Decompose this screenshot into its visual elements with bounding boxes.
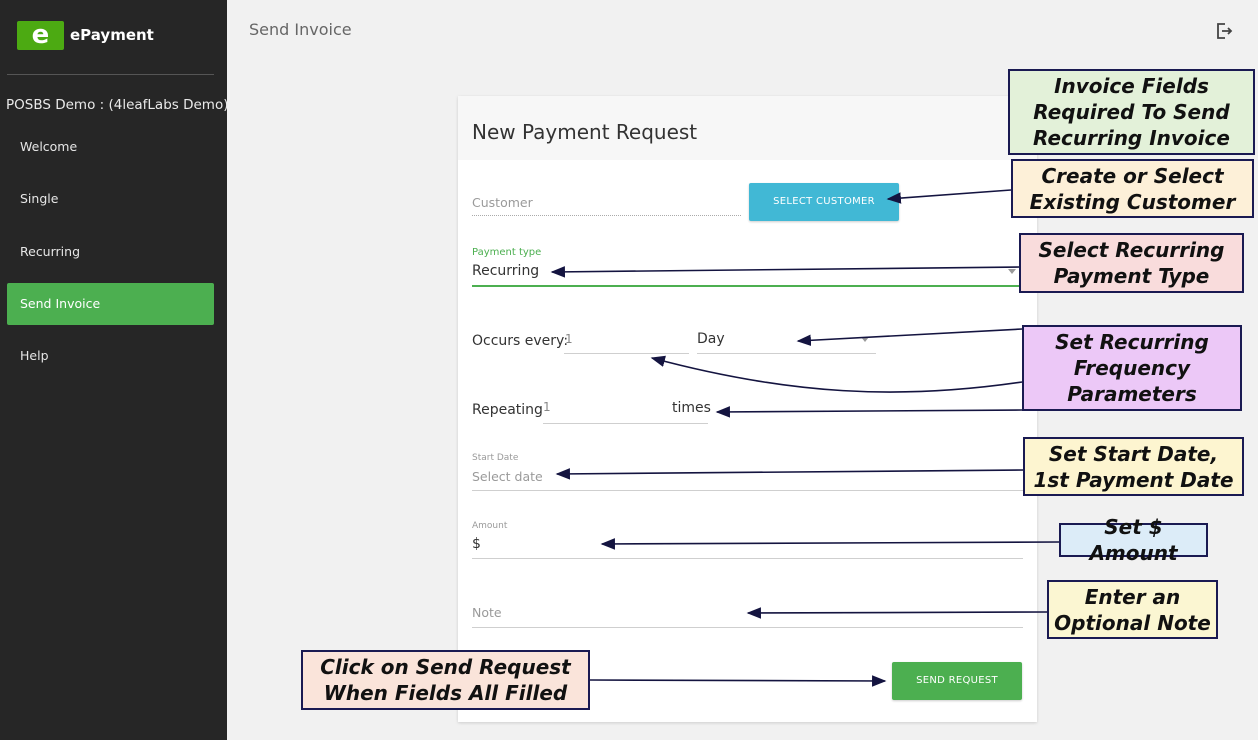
amount-input[interactable]: $: [472, 536, 481, 552]
account-name: POSBS Demo : (4leafLabs Demo): [6, 97, 229, 113]
occurs-every-underline: [564, 353, 689, 354]
sidebar-divider: [7, 74, 214, 75]
amount-underline: [472, 558, 1023, 559]
card-header: New Payment Request: [458, 96, 1037, 160]
sidebar-item-single[interactable]: Single: [7, 178, 214, 220]
frequency-unit-select[interactable]: Day: [697, 331, 725, 347]
callout-payment-type: Select Recurring Payment Type: [1019, 233, 1244, 293]
sidebar-item-help[interactable]: Help: [7, 335, 214, 377]
occurs-every-input[interactable]: 1: [565, 332, 573, 346]
card-title: New Payment Request: [472, 120, 698, 144]
repeating-input[interactable]: 1: [543, 400, 551, 414]
customer-field[interactable]: [472, 215, 741, 216]
sidebar: e ePayment POSBS Demo : (4leafLabs Demo)…: [0, 0, 229, 740]
payment-type-underline: [472, 285, 1022, 287]
brand-name: ePayment: [70, 26, 154, 44]
frequency-chevron-down-icon[interactable]: [861, 337, 869, 342]
sidebar-item-recurring[interactable]: Recurring: [7, 231, 214, 273]
send-request-button[interactable]: SEND REQUEST: [892, 662, 1022, 700]
sidebar-item-send-invoice[interactable]: Send Invoice: [7, 283, 214, 325]
start-date-input[interactable]: Select date: [472, 469, 543, 484]
start-date-label: Start Date: [472, 453, 519, 463]
brand-logo: e: [17, 21, 64, 50]
note-input[interactable]: Note: [472, 605, 502, 620]
callout-note: Enter an Optional Note: [1047, 580, 1218, 639]
start-date-underline: [472, 490, 1023, 491]
callout-frequency: Set Recurring Frequency Parameters: [1022, 325, 1242, 411]
repeating-underline: [543, 423, 708, 424]
select-customer-button[interactable]: SELECT CUSTOMER: [749, 183, 899, 221]
payment-request-card: New Payment Request Customer SELECT CUST…: [458, 96, 1037, 722]
payment-type-select[interactable]: Recurring: [472, 263, 539, 279]
occurs-every-label: Occurs every:: [472, 333, 569, 349]
frequency-unit-underline: [697, 353, 876, 354]
note-underline: [472, 627, 1023, 628]
sidebar-item-welcome[interactable]: Welcome: [7, 126, 214, 168]
callout-required-fields: Invoice Fields Required To Send Recurrin…: [1008, 69, 1255, 155]
amount-label: Amount: [472, 521, 508, 531]
customer-label: Customer: [472, 195, 533, 210]
logout-icon[interactable]: [1214, 21, 1234, 41]
repeating-suffix: times: [672, 400, 711, 416]
callout-amount: Set $ Amount: [1059, 515, 1208, 565]
payment-type-chevron-down-icon[interactable]: [1008, 269, 1016, 274]
repeating-label: Repeating: [472, 402, 543, 418]
callout-start-date: Set Start Date, 1st Payment Date: [1023, 437, 1244, 496]
callout-send: Click on Send Request When Fields All Fi…: [301, 650, 590, 710]
callout-customer: Create or Select Existing Customer: [1011, 159, 1254, 218]
payment-type-label: Payment type: [472, 247, 542, 258]
page-title: Send Invoice: [249, 20, 352, 39]
